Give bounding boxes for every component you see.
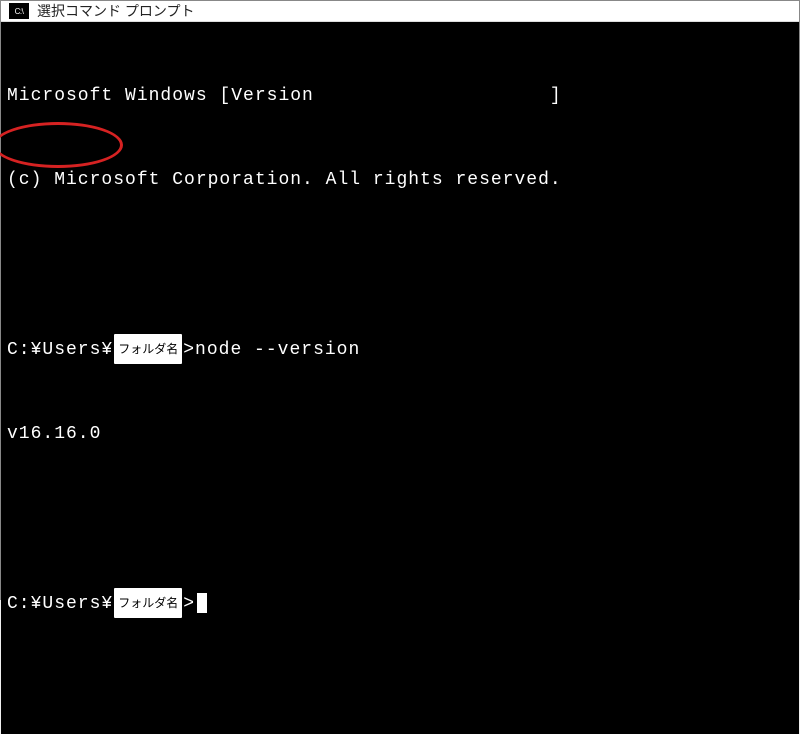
folder-name-placeholder: フォルダ名 [114, 334, 182, 364]
terminal-area[interactable]: Microsoft Windows [Version ] (c) Microso… [1, 22, 799, 734]
prompt-line-1: C:¥Users¥フォルダ名>node --version [7, 334, 793, 364]
titlebar[interactable]: C:\ 選択コマンド プロンプト [1, 1, 799, 22]
cursor [197, 593, 207, 613]
blank-line [7, 250, 793, 278]
output-line-1: v16.16.0 [7, 420, 793, 448]
command-prompt-window: C:\ 選択コマンド プロンプト Microsoft Windows [Vers… [0, 0, 800, 600]
prompt2-prefix: C:¥Users¥ [7, 594, 113, 614]
prompt1-suffix: > [183, 340, 195, 360]
banner-line-2: (c) Microsoft Corporation. All rights re… [7, 166, 793, 194]
prompt-line-2: C:¥Users¥フォルダ名> [7, 588, 793, 618]
annotation-ellipse [0, 122, 123, 168]
command-text: node --version [195, 340, 360, 360]
banner-line-1: Microsoft Windows [Version ] [7, 82, 793, 110]
cmd-icon: C:\ [9, 3, 29, 19]
prompt2-suffix: > [183, 594, 195, 614]
folder-name-placeholder-2: フォルダ名 [114, 588, 182, 618]
blank-line-2 [7, 504, 793, 532]
banner-text-post: ] [550, 86, 562, 106]
banner-text-pre: Microsoft Windows [Version [7, 86, 314, 106]
window-title: 選択コマンド プロンプト [37, 1, 194, 21]
prompt1-prefix: C:¥Users¥ [7, 340, 113, 360]
